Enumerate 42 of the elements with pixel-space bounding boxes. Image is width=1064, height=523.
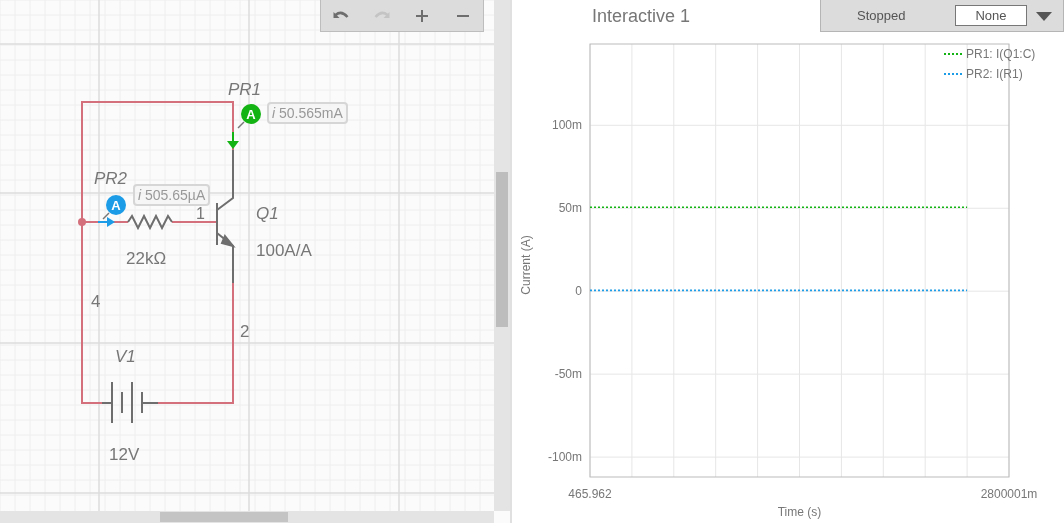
axis-tick-label: 465.962 xyxy=(568,487,612,501)
probe-name: PR2 xyxy=(94,169,128,188)
probe-marker: A xyxy=(106,195,126,215)
resistor-drawing xyxy=(127,213,173,231)
probe-reading: i 50.565mA xyxy=(267,102,348,124)
component-name: V1 xyxy=(115,347,136,366)
minus-icon xyxy=(456,14,469,17)
probe-name: PR1 xyxy=(228,80,262,99)
legend-label: PR2: I(R1) xyxy=(966,67,1023,81)
axis-tick-label: 0 xyxy=(575,284,582,299)
scrollbar-thumb[interactable] xyxy=(160,512,288,522)
net-label: 4 xyxy=(91,292,101,311)
axis-tick-label: -100m xyxy=(548,450,582,465)
axis-title: Current (A) xyxy=(519,235,533,295)
horizontal-scrollbar[interactable] xyxy=(0,511,494,523)
component-value: 100A/A xyxy=(256,241,312,260)
battery-drawing xyxy=(101,381,159,424)
probe-marker: A xyxy=(241,104,261,124)
scrollbar-thumb[interactable] xyxy=(496,172,508,327)
axis-tick-label: 100m xyxy=(551,118,582,133)
junction-dot xyxy=(78,218,86,226)
arrow-icon xyxy=(97,217,115,227)
redo-icon xyxy=(373,11,390,20)
plus-icon xyxy=(416,9,429,22)
axis-tick-label: 50m xyxy=(558,201,582,216)
component-value: 22kΩ xyxy=(126,249,167,268)
axis-title: Time (s) xyxy=(777,505,822,519)
vertical-scrollbar[interactable] xyxy=(494,0,510,511)
undo-icon xyxy=(333,11,350,20)
axis-tick-label: 2800001m xyxy=(980,487,1038,501)
panel-title: Interactive 1 xyxy=(592,5,691,27)
select-field[interactable]: None xyxy=(955,5,1027,26)
net-label: 2 xyxy=(240,322,250,341)
arrow-icon xyxy=(227,131,239,149)
component-name: Q1 xyxy=(256,204,279,223)
component-value: 12V xyxy=(109,445,140,464)
status-label: Stopped xyxy=(857,8,907,23)
caret-icon[interactable] xyxy=(1035,9,1053,22)
pin-label: 1 xyxy=(196,205,205,222)
axis-tick-label: -50m xyxy=(554,367,582,382)
legend-label: PR1: I(Q1:C) xyxy=(966,47,1036,61)
probe-reading: i 505.65µA xyxy=(133,184,211,206)
